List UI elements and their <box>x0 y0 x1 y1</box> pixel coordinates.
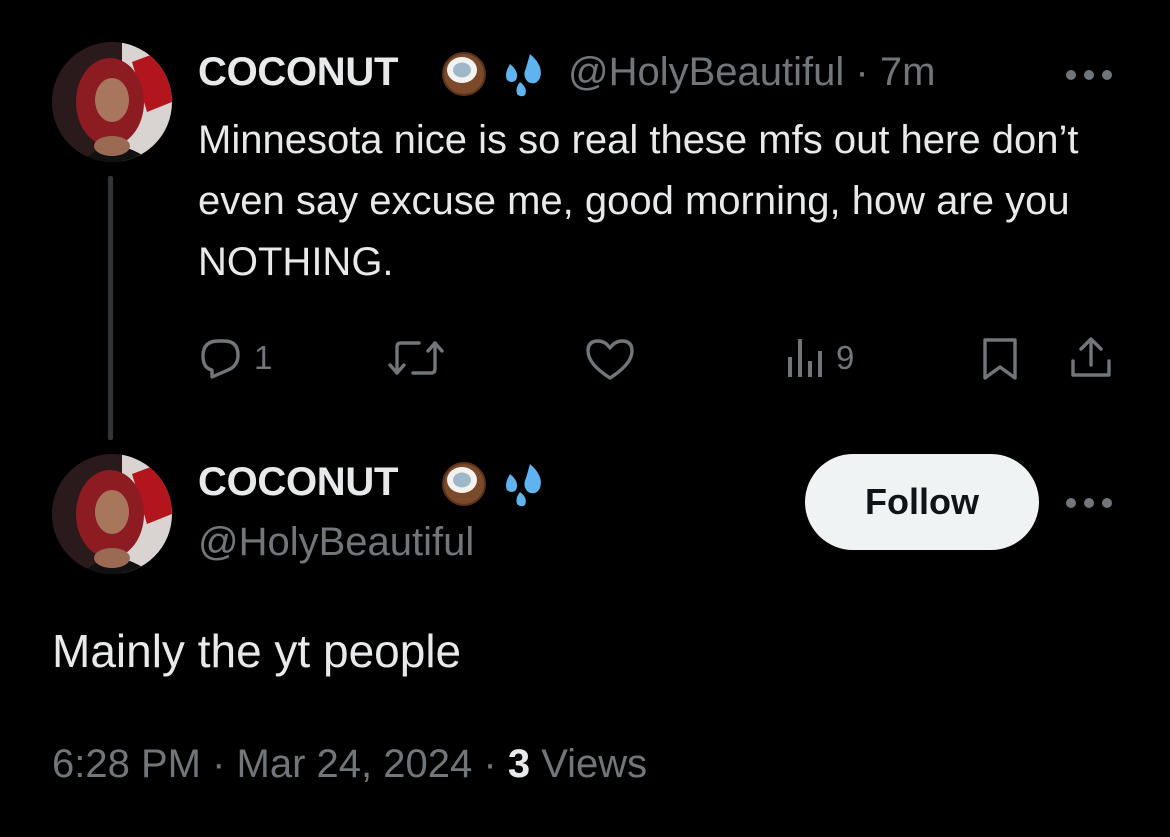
tweet-text: Mainly the yt people <box>52 625 462 677</box>
dot-icon <box>1066 498 1076 508</box>
handle[interactable]: @HolyBeautiful <box>568 50 844 94</box>
separator-dot: · <box>855 50 869 94</box>
tweet-date[interactable]: Mar 24, 2024 <box>237 742 473 786</box>
dot-icon <box>1066 70 1076 80</box>
avatar[interactable] <box>52 42 172 162</box>
follow-button[interactable]: Follow <box>805 454 1039 550</box>
more-options-button[interactable] <box>1066 497 1112 509</box>
coconut-emoji-icon <box>440 50 488 98</box>
bookmark-button[interactable] <box>980 336 1020 382</box>
avatar[interactable] <box>52 454 172 574</box>
sweat-droplets-icon <box>498 50 546 98</box>
handle[interactable]: @HolyBeautiful <box>198 520 474 565</box>
retweet-icon <box>388 341 444 375</box>
timestamp[interactable]: 7m <box>880 50 936 94</box>
dot-icon <box>1102 70 1112 80</box>
coconut-emoji-icon <box>440 460 488 508</box>
sweat-droplets-icon <box>498 460 546 508</box>
share-icon <box>1071 337 1111 377</box>
reply-button[interactable]: 1 <box>198 335 272 381</box>
bookmark-icon <box>983 338 1017 380</box>
display-name[interactable]: COCONUT <box>198 460 398 505</box>
views-count: 9 <box>836 339 855 376</box>
tweet-time[interactable]: 6:28 PM <box>52 742 201 786</box>
like-button[interactable] <box>584 336 646 382</box>
heart-icon <box>586 339 634 380</box>
reply-count: 1 <box>254 339 273 376</box>
display-name[interactable]: COCONUT <box>198 50 398 95</box>
tweet-metadata: 6:28 PM · Mar 24, 2024 · 3 Views <box>52 742 647 787</box>
views-count: 3 <box>507 742 531 786</box>
separator-dot: · <box>483 742 497 786</box>
views-button[interactable]: 9 <box>786 335 854 381</box>
reply-icon <box>201 339 240 379</box>
handle-and-time: @HolyBeautiful · 7m <box>568 50 935 95</box>
share-button[interactable] <box>1068 335 1114 381</box>
tweet-text: Minnesota nice is so real these mfs out … <box>198 118 1079 284</box>
retweet-button[interactable] <box>387 337 455 379</box>
dot-icon <box>1084 498 1094 508</box>
thread-connector-line <box>108 176 113 440</box>
dot-icon <box>1102 498 1112 508</box>
analytics-icon <box>788 339 822 377</box>
separator-dot: · <box>212 742 226 786</box>
dot-icon <box>1084 70 1094 80</box>
views-label: Views <box>541 742 648 786</box>
more-options-button[interactable] <box>1066 69 1112 81</box>
